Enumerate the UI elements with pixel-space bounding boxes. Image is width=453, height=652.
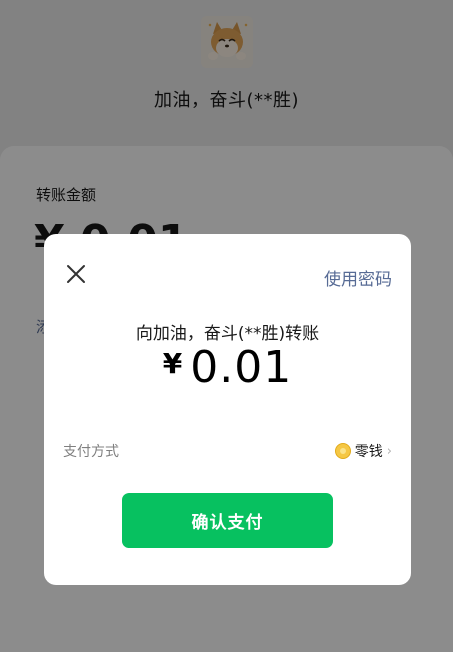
close-icon bbox=[67, 265, 85, 283]
close-button[interactable] bbox=[62, 260, 90, 288]
payment-method-selector[interactable]: 零钱 › bbox=[334, 441, 392, 461]
payment-method-value: 零钱 bbox=[354, 444, 383, 460]
amount-value: 0.01 bbox=[190, 342, 293, 393]
chevron-right-icon: › bbox=[386, 443, 392, 459]
currency-symbol: ¥ bbox=[162, 347, 183, 380]
payment-dialog: 使用密码 向加油，奋斗(**胜)转账 ¥0.01 支付方式 零钱 › 确认支付 bbox=[44, 234, 411, 585]
payment-method-label: 支付方式 bbox=[63, 444, 119, 460]
use-password-link[interactable]: 使用密码 bbox=[324, 265, 392, 290]
payment-method-row: 支付方式 零钱 › bbox=[63, 438, 392, 464]
transfer-title: 向加油，奋斗(**胜)转账 bbox=[135, 324, 320, 344]
coin-icon bbox=[334, 443, 351, 459]
confirm-payment-button[interactable]: 确认支付 bbox=[122, 493, 333, 548]
payment-amount: ¥0.01 bbox=[44, 342, 411, 393]
